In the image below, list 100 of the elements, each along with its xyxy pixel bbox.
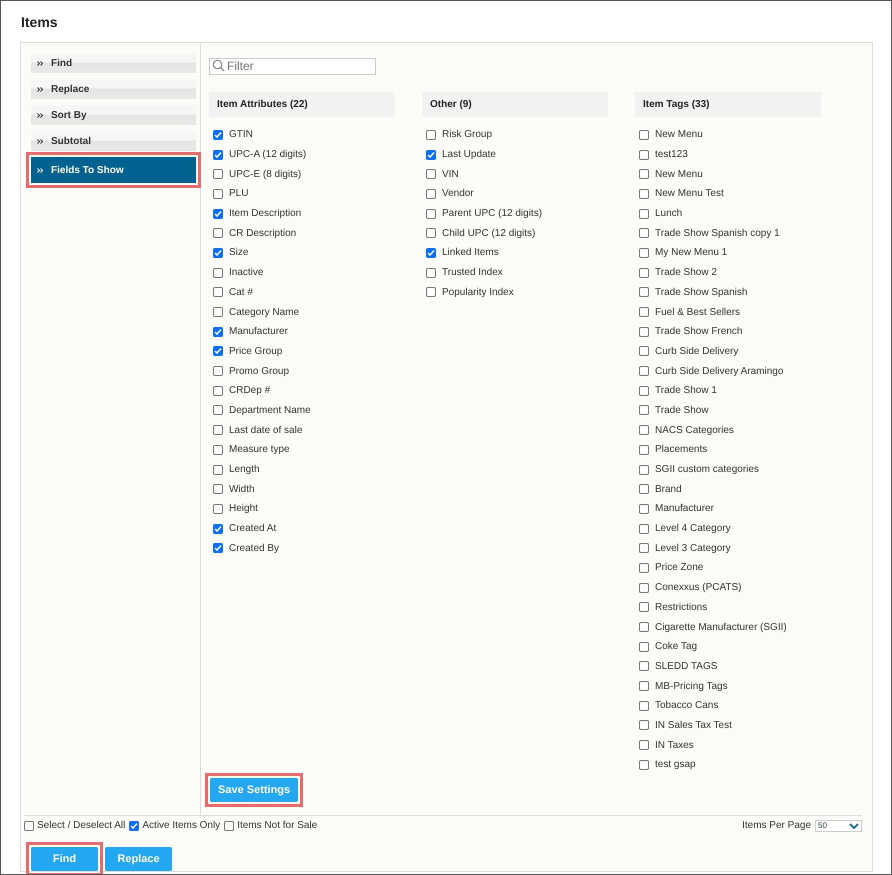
checkbox[interactable] [639,287,649,298]
checkbox[interactable] [213,464,223,475]
checkbox[interactable] [213,150,223,160]
checkbox[interactable] [639,307,649,318]
field-label: Curb Side Delivery Aramingo [655,366,784,377]
sidebar-item[interactable]: Find [31,53,196,73]
checkbox[interactable] [224,820,234,830]
checkbox[interactable] [213,169,223,180]
checkbox[interactable] [639,150,649,160]
checkbox[interactable] [426,188,436,199]
checkbox[interactable] [639,720,649,730]
checkbox[interactable] [639,464,649,475]
checkbox[interactable] [639,543,649,554]
field-label: Trade Show French [655,326,742,338]
checkbox[interactable] [639,366,649,376]
checkbox[interactable] [213,307,223,318]
field-label: Tobacco Cans [655,700,718,712]
field-label: Created At [229,523,276,534]
checkbox[interactable] [213,543,223,554]
field-label: New Menu [655,168,703,180]
items-per-page-select[interactable]: 50 [815,820,862,832]
checkbox[interactable] [426,208,436,219]
field-label: Trusted Index [442,267,503,278]
checkbox[interactable] [639,169,649,180]
checkbox[interactable] [639,681,649,692]
field-label: NACS Categories [655,424,734,436]
field-label: GTIN [229,129,253,140]
checkbox[interactable] [213,248,223,258]
checkbox[interactable] [426,228,436,238]
checkbox[interactable] [213,268,223,278]
checkbox[interactable] [213,346,223,356]
field-label: MB-Pricing Tags [655,680,728,692]
field-label: Child UPC (12 digits) [442,228,536,239]
checkbox[interactable] [213,287,223,298]
checkbox[interactable] [426,268,436,278]
checkbox[interactable] [639,386,649,396]
checkbox[interactable] [213,326,223,337]
field-label: My New Menu 1 [655,247,728,258]
checkbox[interactable] [639,484,649,494]
checkbox[interactable] [639,700,649,711]
checkbox[interactable] [129,820,140,830]
checkbox[interactable] [213,188,223,199]
sidebar-item[interactable]: Sort By [31,105,196,125]
checkbox[interactable] [639,524,649,534]
field-label: Parent UPC (12 digits) [442,208,542,220]
field-label: Brand [655,484,682,495]
field-label: Lunch [655,208,682,220]
page-title: Items [21,13,59,31]
checkbox[interactable] [639,582,649,593]
sidebar-item[interactable]: Subtotal [31,131,196,151]
checkbox[interactable] [426,150,436,160]
field-label: Fuel & Best Sellers [655,306,740,318]
checkbox[interactable] [639,248,649,258]
checkbox[interactable] [639,642,649,652]
checkbox[interactable] [213,484,223,494]
checkbox[interactable] [213,208,223,219]
field-label: Trade Show Spanish [655,286,748,298]
checkbox[interactable] [213,366,223,376]
checkbox[interactable] [639,130,649,140]
checkbox[interactable] [639,444,649,455]
sidebar-item[interactable]: Fields To Show [31,157,196,183]
field-label: Coke Tag [655,641,698,652]
option-label: Active Items Only [142,820,220,831]
checkbox[interactable] [426,169,436,180]
checkbox[interactable] [213,228,223,238]
checkbox[interactable] [639,208,649,219]
checkbox[interactable] [213,524,223,534]
checkbox[interactable] [639,188,649,199]
checkbox[interactable] [639,562,649,573]
checkbox[interactable] [639,661,649,672]
checkbox[interactable] [639,760,649,770]
checkbox[interactable] [213,405,223,416]
field-label: CR Description [229,228,296,239]
checkbox[interactable] [639,405,649,416]
double-chevron-icon [37,138,43,144]
checkbox[interactable] [213,425,223,436]
checkbox[interactable] [639,326,649,337]
filter-field[interactable]: Filter [209,58,376,74]
checkbox[interactable] [426,248,436,258]
checkbox[interactable] [639,268,649,278]
checkbox[interactable] [639,504,649,514]
checkbox[interactable] [639,228,649,238]
checkbox[interactable] [639,622,649,632]
field-label: Vendor [442,188,474,200]
field-label: Level 3 Category [655,542,731,554]
field-label: Promo Group [229,366,290,377]
checkbox[interactable] [639,740,649,750]
sidebar-item[interactable]: Replace [31,79,196,99]
checkbox[interactable] [213,504,223,514]
checkbox[interactable] [213,130,223,140]
checkbox[interactable] [426,287,436,298]
checkbox[interactable] [24,820,34,830]
checkbox[interactable] [639,425,649,436]
checkbox[interactable] [213,444,223,455]
checkbox[interactable] [639,346,649,356]
checkbox[interactable] [426,130,436,140]
group-header: Item Attributes (22) [209,92,395,117]
checkbox[interactable] [213,386,223,396]
field-label: CRDep # [229,385,270,396]
checkbox[interactable] [639,602,649,612]
